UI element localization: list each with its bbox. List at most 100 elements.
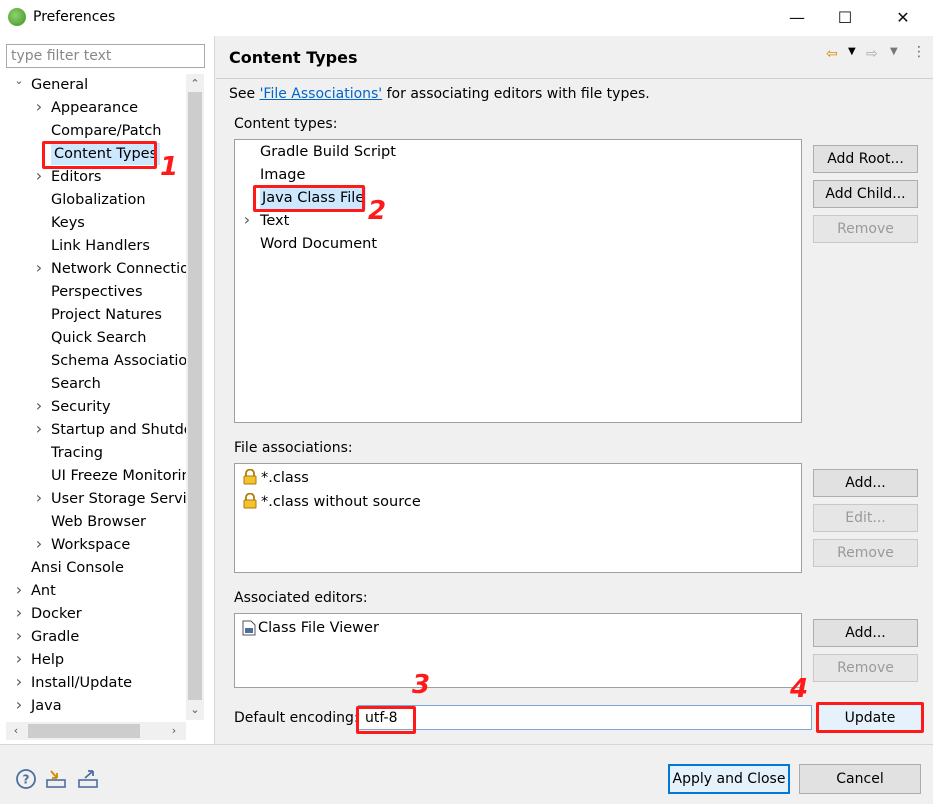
maximize-button[interactable]: ☐ [822, 0, 868, 34]
add-child-button[interactable]: Add Child... [813, 180, 918, 208]
annotation-3: 3 [412, 670, 431, 700]
add-root-button[interactable]: Add Root... [813, 145, 918, 173]
close-button[interactable]: ✕ [880, 0, 926, 34]
forward-dropdown-icon[interactable]: ▼ [890, 46, 898, 57]
default-encoding-input[interactable] [358, 705, 812, 730]
associated-editor-item[interactable]: Class File Viewer [258, 617, 379, 639]
expand-right-icon[interactable]: › [34, 488, 44, 510]
add-file-association-button[interactable]: Add... [813, 469, 918, 497]
header-separator [216, 78, 933, 79]
associated-editors-list[interactable]: Class File Viewer [234, 613, 802, 688]
tree-item[interactable]: Search [51, 373, 101, 395]
scroll-left-icon[interactable]: ‹ [8, 723, 24, 739]
svg-text:?: ? [23, 773, 30, 787]
tree-item[interactable]: UI Freeze Monitorin [51, 465, 186, 487]
forward-arrow-icon[interactable]: ⇨ [866, 46, 878, 62]
help-icon[interactable]: ? [15, 768, 37, 790]
tree-item[interactable]: Java [31, 695, 62, 717]
file-association-item[interactable]: *.class without source [261, 491, 421, 513]
content-types-tree[interactable]: Gradle Build Script Image Java Class File ›… [234, 139, 802, 423]
cancel-button[interactable]: Cancel [799, 764, 921, 794]
remove-editor-button[interactable]: Remove [813, 654, 918, 682]
filter-input[interactable] [6, 44, 205, 68]
scroll-right-icon[interactable]: › [166, 723, 182, 739]
tree-item[interactable]: Appearance [51, 97, 138, 119]
back-arrow-icon[interactable]: ⇦ [826, 46, 838, 62]
tree-item[interactable]: Security [51, 396, 111, 418]
edit-file-association-button[interactable]: Edit... [813, 504, 918, 532]
expand-down-icon[interactable]: ⌄ [14, 74, 24, 96]
tree-item[interactable]: Ansi Console [31, 557, 124, 579]
see-file-associations: See 'File Associations' for associating … [229, 86, 650, 102]
tree-item[interactable]: Quick Search [51, 327, 146, 349]
annotation-2: 2 [368, 196, 387, 226]
see-suffix: for associating editors with file types. [382, 86, 650, 102]
tree-hscroll-thumb[interactable] [28, 724, 140, 738]
bottom-bar [0, 744, 933, 804]
tree-item[interactable]: Ant [31, 580, 56, 602]
associated-editors-label: Associated editors: [234, 590, 368, 606]
scroll-up-icon[interactable]: ⌃ [187, 76, 203, 92]
window-title: Preferences [33, 9, 116, 25]
lock-icon [243, 469, 257, 485]
expand-right-icon[interactable]: › [14, 649, 24, 671]
view-menu-icon[interactable]: ⋮ [912, 44, 926, 60]
tree-item[interactable]: Project Natures [51, 304, 162, 326]
content-type-item[interactable]: Word Document [260, 233, 377, 255]
remove-file-association-button[interactable]: Remove [813, 539, 918, 567]
tree-item[interactable]: Docker [31, 603, 82, 625]
tree-item[interactable]: Editors [51, 166, 101, 188]
default-encoding-label: Default encoding: [234, 710, 359, 726]
page-title: Content Types [229, 48, 358, 67]
tree-item[interactable]: Globalization [51, 189, 146, 211]
expand-right-icon[interactable]: › [34, 419, 44, 441]
tree-item[interactable]: Gradle [31, 626, 79, 648]
preferences-tree: ⌄ General › Appearance Compare/Patch Content … [6, 74, 186, 720]
tree-scroll-thumb[interactable] [188, 92, 202, 700]
tree-item[interactable]: Install/Update [31, 672, 132, 694]
content-type-item[interactable]: Text [260, 210, 289, 232]
tree-item[interactable]: General [31, 74, 88, 96]
tree-item[interactable]: Tracing [51, 442, 103, 464]
scroll-down-icon[interactable]: ⌄ [187, 702, 203, 718]
tree-item[interactable]: Keys [51, 212, 85, 234]
apply-and-close-button[interactable]: Apply and Close [668, 764, 790, 794]
expand-right-icon[interactable]: › [242, 210, 252, 232]
export-icon[interactable] [77, 768, 99, 790]
tree-item[interactable]: Perspectives [51, 281, 143, 303]
expand-right-icon[interactable]: › [34, 258, 44, 280]
expand-right-icon[interactable]: › [34, 534, 44, 556]
file-associations-link[interactable]: 'File Associations' [260, 86, 383, 102]
tree-item[interactable]: Compare/Patch [51, 120, 162, 142]
content-type-item[interactable]: Gradle Build Script [260, 141, 396, 163]
tree-item[interactable]: User Storage Servic [51, 488, 186, 510]
annotation-box-content-types [42, 141, 157, 169]
remove-content-type-button[interactable]: Remove [813, 215, 918, 243]
tree-item[interactable]: Workspace [51, 534, 130, 556]
file-association-item[interactable]: *.class [261, 467, 309, 489]
file-associations-label: File associations: [234, 440, 353, 456]
content-types-label: Content types: [234, 116, 338, 132]
tree-item[interactable]: Link Handlers [51, 235, 150, 257]
expand-right-icon[interactable]: › [14, 580, 24, 602]
back-dropdown-icon[interactable]: ▼ [848, 46, 856, 57]
lock-icon [243, 493, 257, 509]
expand-right-icon[interactable]: › [34, 97, 44, 119]
tree-item[interactable]: Schema Association [51, 350, 186, 372]
expand-right-icon[interactable]: › [14, 695, 24, 717]
minimize-button[interactable]: — [774, 0, 820, 34]
add-editor-button[interactable]: Add... [813, 619, 918, 647]
tree-item[interactable]: Help [31, 649, 64, 671]
see-prefix: See [229, 86, 260, 102]
expand-right-icon[interactable]: › [14, 603, 24, 625]
expand-right-icon[interactable]: › [34, 166, 44, 188]
import-icon[interactable] [45, 768, 67, 790]
tree-item[interactable]: Web Browser [51, 511, 146, 533]
tree-item[interactable]: Network Connectio [51, 258, 186, 280]
content-type-item[interactable]: Image [260, 164, 305, 186]
expand-right-icon[interactable]: › [34, 396, 44, 418]
tree-item[interactable]: Startup and Shutdo [51, 419, 186, 441]
expand-right-icon[interactable]: › [14, 672, 24, 694]
expand-right-icon[interactable]: › [14, 626, 24, 648]
file-associations-list[interactable]: *.class *.class without source [234, 463, 802, 573]
